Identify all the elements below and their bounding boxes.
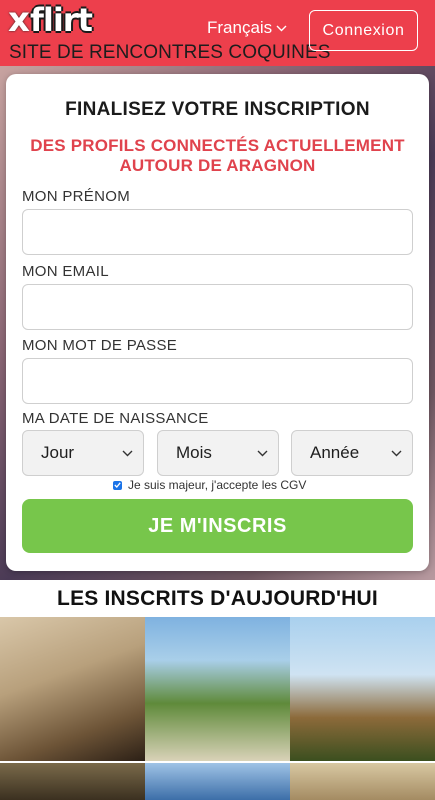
site-header: x flirt SITE DE RENCONTRES COQUINES Fran…: [0, 0, 435, 66]
site-tagline: SITE DE RENCONTRES COQUINES: [9, 42, 331, 63]
check-icon: [114, 482, 121, 488]
day-select[interactable]: Jour: [22, 430, 144, 476]
chevron-down-icon: [276, 25, 287, 31]
day-select-label: Jour: [41, 443, 75, 462]
email-label: MON EMAIL: [22, 263, 109, 280]
member-photo[interactable]: [290, 617, 435, 761]
email-field[interactable]: [22, 284, 413, 330]
month-select-label: Mois: [176, 443, 212, 462]
member-photo[interactable]: [0, 763, 145, 800]
logo-wordmark: flirt: [29, 1, 93, 39]
form-subtitle: DES PROFILS CONNECTÉS ACTUELLEMENT AUTOU…: [30, 136, 405, 175]
terms-consent[interactable]: Je suis majeur, j'accepte les CGV: [113, 478, 306, 492]
first-name-field[interactable]: [22, 209, 413, 255]
language-selector[interactable]: Français: [207, 18, 287, 38]
member-photo[interactable]: [145, 763, 290, 800]
site-logo[interactable]: x flirt: [8, 0, 93, 40]
chevron-down-icon: [122, 450, 133, 456]
member-photo[interactable]: [290, 763, 435, 800]
form-title: FINALISEZ VOTRE INSCRIPTION: [65, 99, 370, 120]
signup-form: FINALISEZ VOTRE INSCRIPTION DES PROFILS …: [6, 74, 429, 571]
birthdate-label: MA DATE DE NAISSANCE: [22, 410, 209, 427]
terms-checkbox[interactable]: [113, 480, 122, 490]
password-label: MON MOT DE PASSE: [22, 337, 178, 354]
member-photo[interactable]: [0, 617, 145, 761]
first-name-label: MON PRÉNOM: [22, 188, 130, 205]
member-photo[interactable]: [145, 617, 290, 761]
chevron-down-icon: [391, 450, 402, 456]
month-select[interactable]: Mois: [157, 430, 279, 476]
year-select-label: Année: [310, 443, 360, 462]
new-members-grid: [0, 617, 435, 800]
login-button[interactable]: Connexion: [309, 10, 418, 51]
language-label: Français: [207, 18, 273, 37]
terms-label: Je suis majeur, j'accepte les CGV: [128, 478, 307, 492]
signup-submit-button[interactable]: JE M'INSCRIS: [22, 499, 413, 553]
logo-mark: x: [8, 0, 30, 40]
new-members-title: LES INSCRITS D'AUJOURD'HUI: [57, 587, 378, 610]
password-field[interactable]: [22, 358, 413, 404]
year-select[interactable]: Année: [291, 430, 413, 476]
chevron-down-icon: [257, 450, 268, 456]
